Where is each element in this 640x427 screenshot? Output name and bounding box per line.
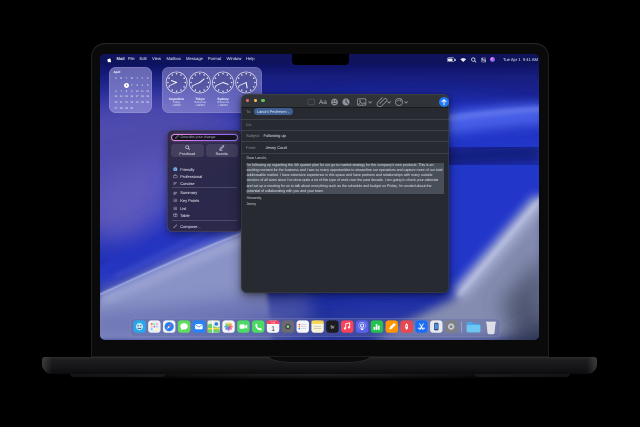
- svg-text:TUE: TUE: [270, 321, 275, 324]
- svg-text:tv: tv: [330, 324, 334, 330]
- svg-text:Aa: Aa: [319, 99, 327, 106]
- svg-text:1: 1: [271, 326, 275, 333]
